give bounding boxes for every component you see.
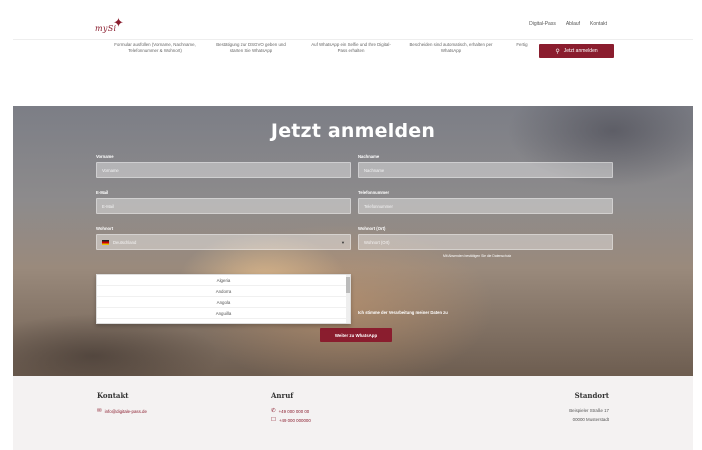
phone-icon: ✆ [271, 408, 276, 414]
feature-step-1: Formular ausfüllen (Vorname, Nachname, T… [114, 42, 196, 53]
footer-city: 00000 Musterstadt [572, 417, 609, 422]
dropdown-option[interactable]: Angola [97, 297, 350, 308]
whatsapp-submit-button[interactable]: Weiter zu WhatsApp [320, 328, 392, 342]
phone-label: Telefonnummer [358, 190, 390, 195]
city-hint: Mit Absenden bestätigen Sie die Datensch… [443, 254, 512, 258]
register-cta-button[interactable]: ⚲ Jetzt anmelden [539, 44, 614, 58]
footer-fax-text: +49 000 000000 [278, 417, 311, 423]
dropdown-option[interactable]: Anguilla [97, 308, 350, 319]
phone-input[interactable]: Telefonnummer [358, 198, 613, 214]
footer-phone-text: +49 000 000 00 [278, 408, 310, 414]
footer-location-title: Standort [574, 391, 609, 400]
logo[interactable]: mySi ✦ [95, 16, 129, 34]
footer-call-title: Anruf [271, 391, 294, 400]
fax-icon: ☐ [271, 417, 276, 423]
feature-strip: Formular ausfüllen (Vorname, Nachname, T… [13, 40, 693, 106]
dropdown-scrollbar[interactable] [346, 275, 350, 323]
email-input[interactable]: E-Mail [96, 198, 351, 214]
feature-step-3: Auf WhatsApp ein Selfie und Ihre Digital… [311, 42, 391, 53]
nav-link-ablauf[interactable]: Ablauf [566, 21, 580, 27]
country-dropdown-list: Algeria Andorra Angola Anguilla [96, 274, 351, 324]
nav-link-kontakt[interactable]: Kontakt [590, 21, 607, 27]
dropdown-option[interactable]: Algeria [97, 275, 350, 286]
feature-step-5: Fertig [516, 42, 528, 47]
top-nav: Digital-Pass Ablauf Kontakt [529, 21, 607, 27]
footer-phone-link[interactable]: ✆ +49 000 000 00 [271, 408, 309, 414]
dropdown-scrollbar-thumb[interactable] [346, 277, 350, 293]
logo-icon: ✦ [113, 16, 124, 31]
footer-email-link[interactable]: ✉ info@digitale-pass.de [97, 408, 147, 414]
city-label: Wohnort (Ort) [358, 226, 386, 231]
country-label: Wohnort [96, 226, 114, 231]
chevron-down-icon: ▼ [341, 240, 345, 245]
country-select[interactable]: Deutschland ▼ [96, 234, 351, 250]
feature-step-4: Bescheiden sind automatisch, erhalten pe… [409, 42, 493, 53]
footer-fax-link[interactable]: ☐ +49 000 000000 [271, 417, 311, 423]
page: mySi ✦ Digital-Pass Ablauf Kontakt Formu… [13, 10, 693, 450]
footer-email-text: info@digitale-pass.de [104, 408, 147, 414]
germany-flag-icon [102, 239, 109, 245]
user-icon: ⚲ [555, 48, 560, 55]
lastname-label: Nachname [358, 154, 380, 159]
dropdown-option[interactable]: Andorra [97, 286, 350, 297]
footer-street: Beispieler Straße 17 [569, 408, 609, 413]
city-input[interactable]: Wohnort (Ort) [358, 234, 613, 250]
feature-step-2: Bestätigung zur DSGVO geben und starten … [216, 42, 286, 53]
consent-checkbox-label[interactable]: Ich stimme der Verarbeitung meiner Daten… [358, 310, 448, 315]
nav-link-digital-pass[interactable]: Digital-Pass [529, 21, 556, 27]
signup-hero: Jetzt anmelden Vorname Vorname Nachname … [13, 106, 693, 376]
lastname-input[interactable]: Nachname [358, 162, 613, 178]
site-header: mySi ✦ Digital-Pass Ablauf Kontakt [13, 10, 693, 40]
firstname-label: Vorname [96, 154, 114, 159]
firstname-input[interactable]: Vorname [96, 162, 351, 178]
site-footer: Kontakt ✉ info@digitale-pass.de Anruf ✆ … [13, 376, 693, 450]
register-cta-label: Jetzt anmelden [563, 48, 598, 54]
form-title: Jetzt anmelden [270, 120, 436, 142]
footer-contact-title: Kontakt [97, 391, 129, 400]
email-label: E-Mail [96, 190, 109, 195]
mail-icon: ✉ [97, 408, 102, 414]
country-select-value: Deutschland [113, 239, 137, 245]
